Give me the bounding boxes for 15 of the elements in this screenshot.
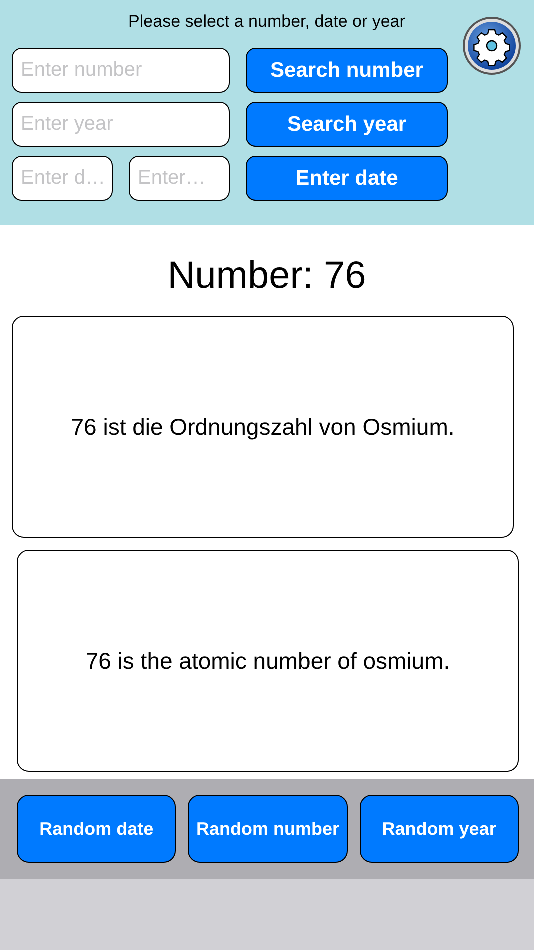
random-button[interactable]: Random number <box>188 795 348 863</box>
result-title: Number: 76 <box>166 255 368 298</box>
fact-text: 76 ist die Ordnungszahl von Osmium. <box>71 414 455 440</box>
search-button[interactable]: Search year <box>246 102 448 147</box>
input-field[interactable]: Enter… <box>129 156 230 201</box>
input-field[interactable]: Enter d… <box>12 156 113 201</box>
fact-text: 76 is the atomic number of osmium. <box>86 648 450 674</box>
prompt-text: Please select a number, date or year <box>128 12 406 32</box>
random-button[interactable]: Random date <box>17 795 176 863</box>
random-button[interactable]: Random year <box>360 795 519 863</box>
search-button[interactable]: Enter date <box>246 156 448 201</box>
input-field[interactable]: Enter number <box>12 48 230 93</box>
search-button[interactable]: Search number <box>246 48 448 93</box>
settings-icon[interactable] <box>462 16 522 76</box>
input-field[interactable]: Enter year <box>12 102 230 147</box>
